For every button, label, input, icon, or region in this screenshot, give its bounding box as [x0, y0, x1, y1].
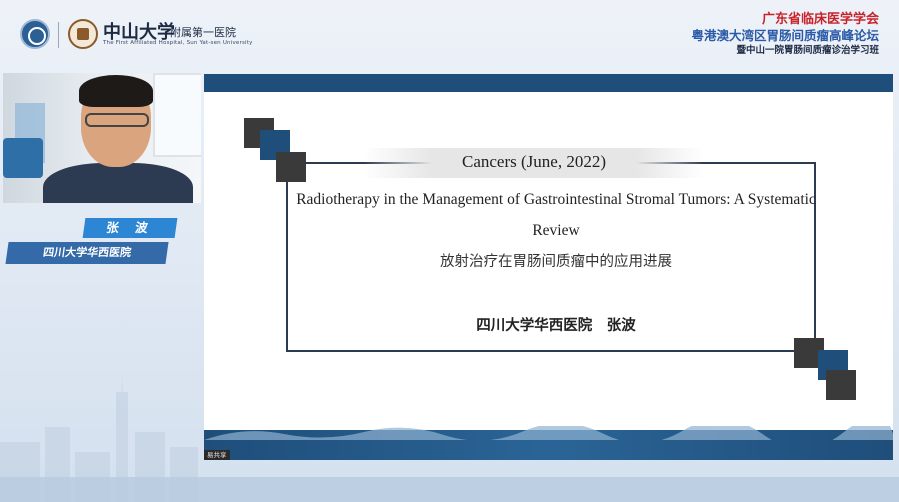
hospital-name-en: The First Affiliated Hospital, Sun Yat-s… [103, 40, 253, 46]
corner-square-decoration [276, 152, 306, 182]
slide-title-english: Radiotherapy in the Management of Gastro… [296, 191, 816, 239]
speaker-affiliation-tag: 四川大学华西医院 [5, 242, 169, 264]
journal-citation: Cancers (June, 2022) [462, 152, 606, 171]
slide-title-chinese: 放射治疗在胃肠间质瘤中的应用进展 [440, 254, 672, 270]
speaker-hair [79, 75, 153, 107]
screen-share-label: 易共享 [204, 450, 230, 460]
speaker-name-tag: 张 波 [82, 218, 178, 238]
video-background-chair [3, 138, 43, 178]
speaker-video[interactable] [3, 73, 201, 203]
slide-author: 四川大学华西医院 张波 [476, 318, 636, 334]
shared-slide[interactable]: Cancers (June, 2022) Radiotherapy in the… [204, 74, 893, 460]
header-bar: 中山大学 附属第一医院 The First Affiliated Hospita… [0, 0, 899, 70]
organizer-line-3: 暨中山一院胃肠间质瘤诊治学习班 [736, 45, 879, 56]
hospital-name: 附属第一医院 [170, 26, 236, 39]
video-background-window [153, 73, 201, 157]
speaker-body [43, 163, 193, 203]
corner-square-decoration [826, 370, 856, 400]
slide-wave-decoration [204, 426, 893, 440]
hospital-emblem-icon [20, 19, 50, 49]
university-seal-icon [68, 19, 98, 49]
slide-top-bar [204, 74, 893, 92]
speaker-glasses [85, 113, 149, 127]
header-divider [58, 22, 59, 48]
